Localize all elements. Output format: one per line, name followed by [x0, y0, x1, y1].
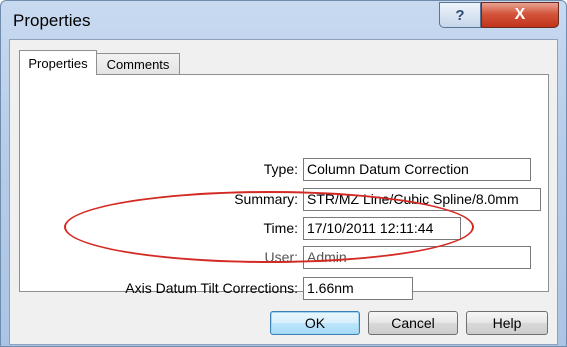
type-field[interactable]: Column Datum Correction [303, 158, 531, 181]
user-field[interactable]: Admin [303, 246, 531, 269]
axis-datum-tilt-field[interactable]: 1.66nm [303, 277, 413, 300]
cancel-button[interactable]: Cancel [368, 311, 458, 335]
axis-datum-tilt-label: Axis Datum Tilt Corrections: [125, 280, 298, 296]
time-label: Time: [263, 220, 298, 236]
question-icon: ? [455, 6, 465, 24]
title-bar[interactable]: Properties ? X [1, 1, 566, 39]
properties-dialog: Properties ? X Properties Comments Type:… [0, 0, 567, 347]
time-field[interactable]: 17/10/2011 12:11:44 [303, 217, 461, 240]
help-button[interactable]: Help [466, 311, 548, 335]
user-label: User: [264, 249, 298, 265]
dialog-client-area: Properties Comments Type: Column Datum C… [9, 39, 558, 345]
ok-button[interactable]: OK [270, 311, 360, 335]
close-button[interactable]: X [481, 2, 559, 28]
close-icon: X [514, 6, 526, 23]
type-label: Type: [263, 161, 298, 177]
summary-field[interactable]: STR/MZ Line/Cubic Spline/8.0mm [303, 188, 541, 211]
window-title: Properties [13, 11, 91, 30]
tab-comments[interactable]: Comments [96, 53, 180, 75]
summary-label: Summary: [234, 191, 298, 207]
properties-panel: Type: Column Datum Correction Summary: S… [19, 74, 549, 300]
help-title-button[interactable]: ? [439, 2, 481, 28]
tab-properties[interactable]: Properties [19, 50, 97, 75]
